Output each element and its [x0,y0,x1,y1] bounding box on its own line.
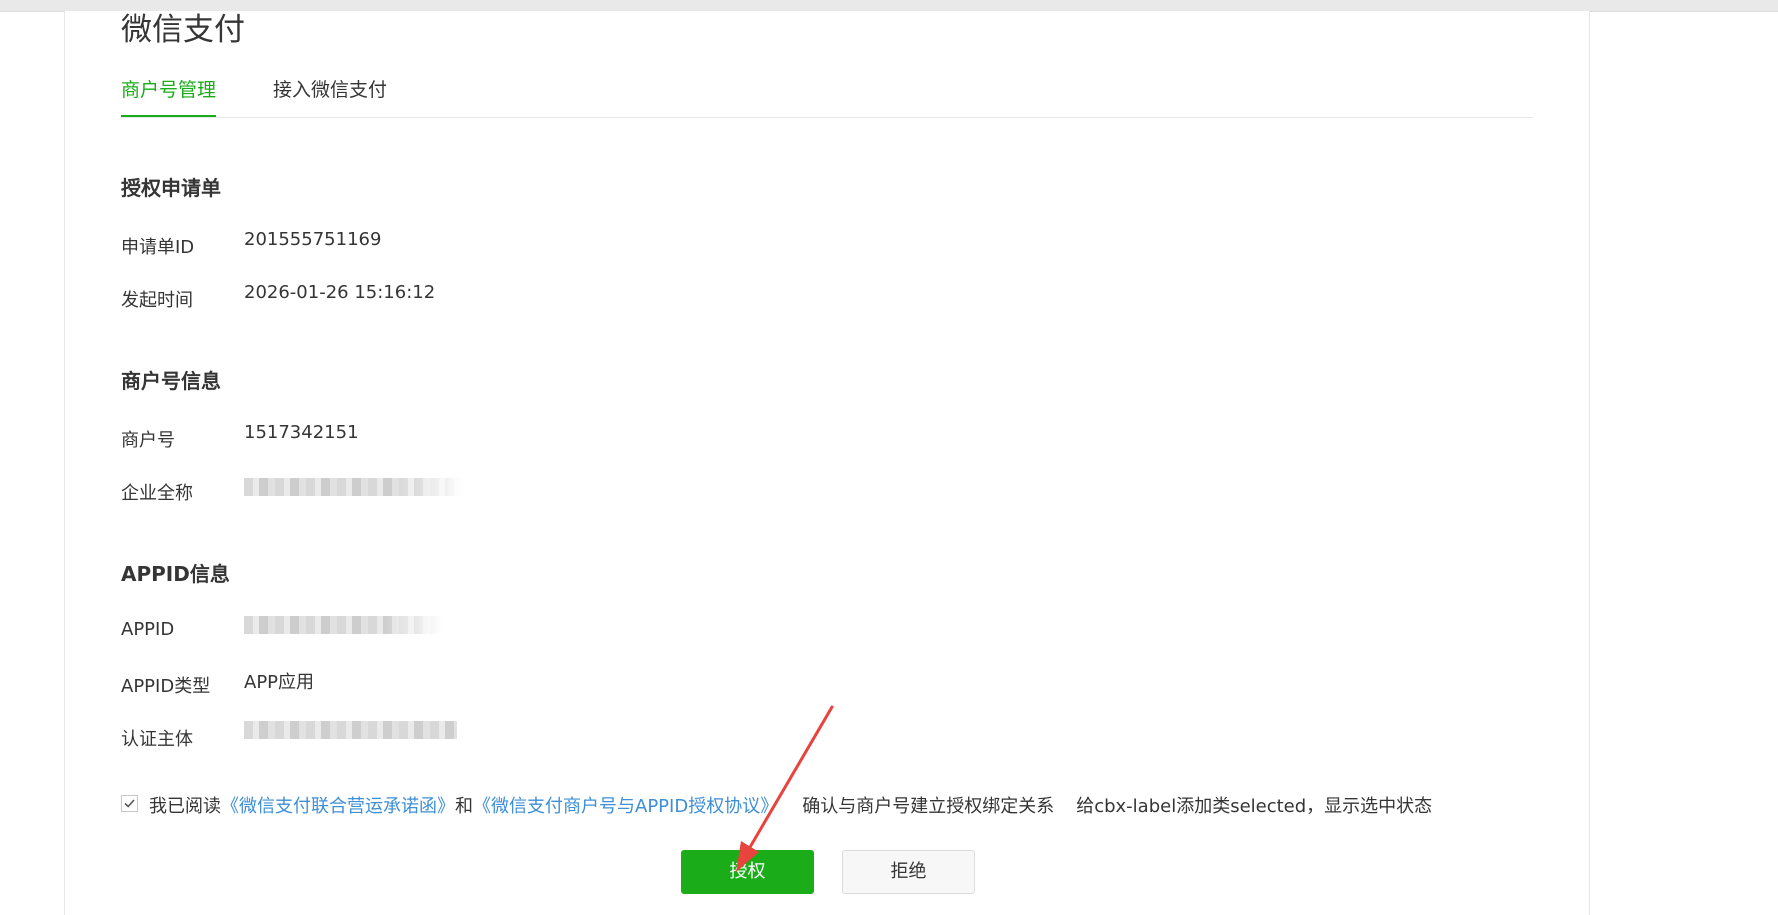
dev-hint-text: 给cbx-label添加类selected，显示选中状态 [1076,796,1433,817]
redacted-company-name [244,478,464,496]
page-title: 微信支付 [121,12,245,48]
tab-bar: 商户号管理 接入微信支付 [121,77,1533,118]
tab-merchant-management[interactable]: 商户号管理 [121,77,217,117]
section-title-merchant: 商户号信息 [121,369,221,393]
agreement-prefix: 我已阅读 [149,796,221,817]
field-value-appid-type: APP应用 [244,672,315,693]
agreement-suffix: 确认与商户号建立授权绑定关系 [802,796,1055,817]
content-card [64,11,1590,915]
field-label-application-id: 申请单ID [121,237,195,258]
redacted-appid [244,616,444,634]
tab-connect-wechat-pay[interactable]: 接入微信支付 [273,77,387,115]
reject-button[interactable]: 拒绝 [842,850,975,894]
authorize-button[interactable]: 授权 [681,850,814,894]
field-label-appid-type: APPID类型 [121,676,211,697]
agreement-conjunction: 和 [455,796,473,817]
agreement-checkbox[interactable] [121,795,138,812]
agreement-text: 我已阅读《微信支付联合营运承诺函》和《微信支付商户号与APPID授权协议》 确认与… [149,792,1432,818]
field-label-initiated-time: 发起时间 [121,290,193,311]
link-authorization-agreement[interactable]: 《微信支付商户号与APPID授权协议》 [473,796,778,817]
field-label-appid: APPID [121,619,175,640]
check-icon [124,799,135,808]
field-value-merchant-id: 1517342151 [244,422,359,443]
field-label-company-name: 企业全称 [121,483,193,504]
section-title-appid: APPID信息 [121,562,230,586]
field-value-initiated-time: 2026-01-26 15:16:12 [244,282,436,303]
redacted-certified-entity [244,721,457,739]
section-title-application: 授权申请单 [121,176,221,200]
page: 微信支付 商户号管理 接入微信支付 授权申请单 申请单ID 2015557511… [0,0,1778,915]
field-label-certified-entity: 认证主体 [121,729,193,750]
field-label-merchant-id: 商户号 [121,430,175,451]
link-joint-operation-commitment[interactable]: 《微信支付联合营运承诺函》 [221,796,455,817]
field-value-application-id: 201555751169 [244,229,382,250]
